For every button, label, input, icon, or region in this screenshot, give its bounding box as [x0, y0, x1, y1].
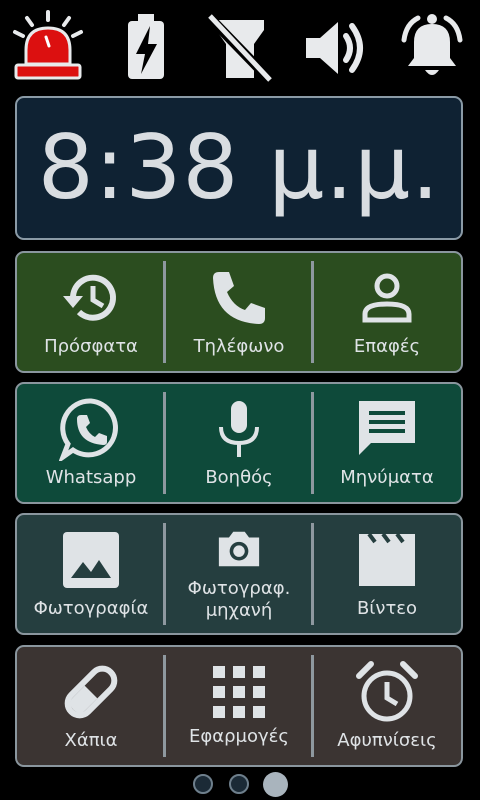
camera-icon	[218, 531, 260, 567]
tile-whatsapp[interactable]: Whatsapp	[17, 384, 165, 502]
bell-icon[interactable]	[394, 10, 470, 86]
page-indicator	[0, 772, 480, 798]
tile-messages[interactable]: Μηνύματα	[311, 384, 461, 502]
top-status-bar	[0, 0, 480, 90]
tile-contacts[interactable]: Επαφές	[311, 253, 461, 371]
apps-grid-icon	[213, 666, 265, 718]
contact-icon	[362, 273, 412, 323]
tile-label: Βίντεο	[356, 598, 418, 619]
page-dot[interactable]	[193, 774, 213, 794]
phone-icon	[213, 272, 265, 324]
volume-icon[interactable]	[298, 10, 374, 86]
tile-label: Φωτογραφ. μηχανή	[187, 578, 291, 621]
clock-time: 8:38 μ.μ.	[37, 116, 441, 219]
tile-phone[interactable]: Τηλέφωνο	[163, 253, 313, 371]
clock-panel[interactable]: 8:38 μ.μ.	[15, 96, 463, 240]
tile-row-communication: Πρόσφατα Τηλέφωνο Επαφές	[15, 251, 463, 373]
tile-label: Πρόσφατα	[44, 336, 138, 357]
tile-row-tools: Χάπια Εφαρμογές Αφυπνίσεις	[15, 645, 463, 767]
tile-video[interactable]: Βίντεο	[311, 515, 461, 633]
tile-label: Whatsapp	[45, 467, 137, 488]
tile-alarms[interactable]: Αφυπνίσεις	[311, 647, 461, 765]
tile-label: Εφαρμογές	[189, 726, 289, 747]
whatsapp-icon	[59, 398, 118, 461]
tile-label: Τηλέφωνο	[193, 336, 285, 357]
microphone-icon	[219, 401, 259, 457]
flashlight-off-icon[interactable]	[202, 10, 278, 86]
page-dot-active[interactable]	[263, 772, 288, 797]
tile-label: Μηνύματα	[340, 467, 434, 488]
tile-label: Επαφές	[353, 336, 421, 357]
tile-label: Βοηθός	[205, 467, 273, 488]
page-dot[interactable]	[229, 774, 249, 794]
tile-camera[interactable]: Φωτογραφ. μηχανή	[163, 515, 313, 633]
history-icon	[63, 274, 116, 321]
alarm-siren-icon[interactable]	[10, 10, 86, 86]
tile-photos[interactable]: Φωτογραφία	[17, 515, 165, 633]
clapperboard-icon	[359, 532, 415, 586]
tile-row-media: Φωτογραφία Φωτογραφ. μηχανή Βίντεο	[15, 513, 463, 635]
tile-assistant[interactable]: Βοηθός	[163, 384, 313, 502]
tile-apps[interactable]: Εφαρμογές	[163, 647, 313, 765]
tile-label: Χάπια	[64, 730, 118, 751]
alarm-clock-icon	[356, 661, 418, 722]
battery-charging-icon	[108, 10, 184, 86]
tile-recent[interactable]: Πρόσφατα	[17, 253, 165, 371]
image-icon	[63, 532, 119, 588]
pill-icon	[64, 665, 118, 719]
tile-pills[interactable]: Χάπια	[17, 647, 165, 765]
tile-row-messaging: Whatsapp Βοηθός Μηνύματα	[15, 382, 463, 504]
message-icon	[359, 401, 415, 455]
tile-label: Φωτογραφία	[33, 598, 149, 619]
tile-label: Αφυπνίσεις	[337, 730, 437, 751]
